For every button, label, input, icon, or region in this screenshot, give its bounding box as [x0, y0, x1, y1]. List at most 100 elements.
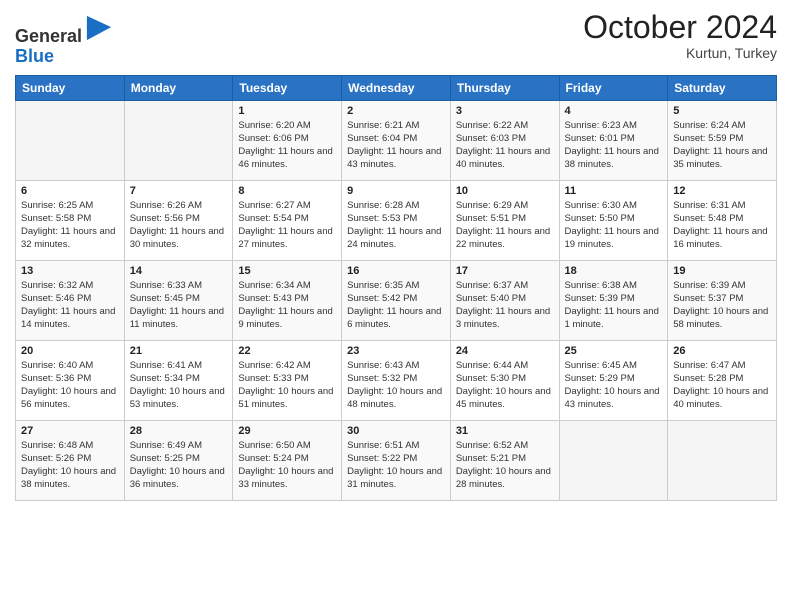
- table-row: 15Sunrise: 6:34 AMSunset: 5:43 PMDayligh…: [233, 260, 342, 340]
- day-number: 13: [21, 265, 119, 277]
- day-number: 18: [565, 265, 663, 277]
- table-row: 25Sunrise: 6:45 AMSunset: 5:29 PMDayligh…: [559, 340, 668, 420]
- table-row: 20Sunrise: 6:40 AMSunset: 5:36 PMDayligh…: [16, 340, 125, 420]
- day-info: Sunrise: 6:27 AMSunset: 5:54 PMDaylight:…: [238, 199, 336, 252]
- day-info: Sunrise: 6:39 AMSunset: 5:37 PMDaylight:…: [673, 279, 771, 332]
- day-info: Sunrise: 6:41 AMSunset: 5:34 PMDaylight:…: [130, 359, 228, 412]
- header-tuesday: Tuesday: [233, 75, 342, 100]
- day-info: Sunrise: 6:20 AMSunset: 6:06 PMDaylight:…: [238, 119, 336, 172]
- table-row: 17 Sunrise: 6:37 AMSunset: 5:40 PMDayligh…: [450, 260, 559, 340]
- day-number: 3: [456, 105, 554, 117]
- day-number: 19: [673, 265, 771, 277]
- table-row: 13 Sunrise: 6:32 AMSunset: 5:46 PMDayligh…: [16, 260, 125, 340]
- table-row: 10 Sunrise: 6:29 AMSunset: 5:51 PMDayligh…: [450, 180, 559, 260]
- table-row: 16 Sunrise: 6:35 AMSunset: 5:42 PMDayligh…: [342, 260, 451, 340]
- calendar-week-row: 1 Sunrise: 6:20 AMSunset: 6:06 PMDaylight…: [16, 100, 777, 180]
- day-info: Sunrise: 6:50 AMSunset: 5:24 PMDaylight:…: [238, 439, 336, 492]
- table-row: 27Sunrise: 6:48 AMSunset: 5:26 PMDayligh…: [16, 420, 125, 500]
- day-info: Sunrise: 6:49 AMSunset: 5:25 PMDaylight:…: [130, 439, 228, 492]
- day-number: 10: [456, 185, 554, 197]
- day-info: Sunrise: 6:24 AMSunset: 5:59 PMDaylight:…: [673, 119, 771, 172]
- day-info: Sunrise: 6:37 AMSunset: 5:40 PMDaylight:…: [456, 279, 554, 332]
- table-row: 28 Sunrise: 6:49 AMSunset: 5:25 PMDayligh…: [124, 420, 233, 500]
- header-wednesday: Wednesday: [342, 75, 451, 100]
- header-sunday: Sunday: [16, 75, 125, 100]
- logo-blue-text: Blue: [15, 47, 113, 67]
- day-number: 1: [238, 105, 336, 117]
- table-row: 12 Sunrise: 6:31 AMSunset: 5:48 PMDayligh…: [668, 180, 777, 260]
- day-number: 27: [21, 425, 119, 437]
- day-number: 20: [21, 345, 119, 357]
- header-thursday: Thursday: [450, 75, 559, 100]
- day-number: 28: [130, 425, 228, 437]
- day-number: 22: [238, 345, 336, 357]
- day-number: 17: [456, 265, 554, 277]
- logo-text: General: [15, 14, 113, 47]
- day-info: Sunrise: 6:47 AMSunset: 5:28 PMDaylight:…: [673, 359, 771, 412]
- day-info: Sunrise: 6:45 AMSunset: 5:29 PMDaylight:…: [565, 359, 663, 412]
- calendar-week-row: 20Sunrise: 6:40 AMSunset: 5:36 PMDayligh…: [16, 340, 777, 420]
- header: General Blue October 2024 Kurtun, Turkey: [15, 10, 777, 67]
- day-info: Sunrise: 6:26 AMSunset: 5:56 PMDaylight:…: [130, 199, 228, 252]
- day-info: Sunrise: 6:30 AMSunset: 5:50 PMDaylight:…: [565, 199, 663, 252]
- day-info: Sunrise: 6:35 AMSunset: 5:42 PMDaylight:…: [347, 279, 445, 332]
- table-row: 1 Sunrise: 6:20 AMSunset: 6:06 PMDaylight…: [233, 100, 342, 180]
- table-row: 23Sunrise: 6:43 AMSunset: 5:32 PMDayligh…: [342, 340, 451, 420]
- logo-icon: [85, 14, 113, 42]
- day-info: Sunrise: 6:23 AMSunset: 6:01 PMDaylight:…: [565, 119, 663, 172]
- day-info: Sunrise: 6:29 AMSunset: 5:51 PMDaylight:…: [456, 199, 554, 252]
- day-number: 29: [238, 425, 336, 437]
- day-number: 6: [21, 185, 119, 197]
- table-row: 3 Sunrise: 6:22 AMSunset: 6:03 PMDaylight…: [450, 100, 559, 180]
- day-number: 7: [130, 185, 228, 197]
- calendar-week-row: 13 Sunrise: 6:32 AMSunset: 5:46 PMDayligh…: [16, 260, 777, 340]
- day-info: Sunrise: 6:42 AMSunset: 5:33 PMDaylight:…: [238, 359, 336, 412]
- table-row: 9 Sunrise: 6:28 AMSunset: 5:53 PMDaylight…: [342, 180, 451, 260]
- table-row: [16, 100, 125, 180]
- calendar-header-row: Sunday Monday Tuesday Wednesday Thursday…: [16, 75, 777, 100]
- day-info: Sunrise: 6:43 AMSunset: 5:32 PMDaylight:…: [347, 359, 445, 412]
- table-row: [559, 420, 668, 500]
- day-info: Sunrise: 6:31 AMSunset: 5:48 PMDaylight:…: [673, 199, 771, 252]
- day-info: Sunrise: 6:44 AMSunset: 5:30 PMDaylight:…: [456, 359, 554, 412]
- day-number: 30: [347, 425, 445, 437]
- day-number: 5: [673, 105, 771, 117]
- table-row: [668, 420, 777, 500]
- table-row: 22 Sunrise: 6:42 AMSunset: 5:33 PMDayligh…: [233, 340, 342, 420]
- table-row: 8 Sunrise: 6:27 AMSunset: 5:54 PMDaylight…: [233, 180, 342, 260]
- day-number: 24: [456, 345, 554, 357]
- day-info: Sunrise: 6:51 AMSunset: 5:22 PMDaylight:…: [347, 439, 445, 492]
- logo-blue: Blue: [15, 46, 54, 66]
- title-block: October 2024 Kurtun, Turkey: [583, 10, 777, 61]
- location: Kurtun, Turkey: [583, 45, 777, 61]
- calendar-week-row: 6 Sunrise: 6:25 AMSunset: 5:58 PMDaylight…: [16, 180, 777, 260]
- day-number: 16: [347, 265, 445, 277]
- table-row: 18Sunrise: 6:38 AMSunset: 5:39 PMDayligh…: [559, 260, 668, 340]
- day-info: Sunrise: 6:21 AMSunset: 6:04 PMDaylight:…: [347, 119, 445, 172]
- day-info: Sunrise: 6:52 AMSunset: 5:21 PMDaylight:…: [456, 439, 554, 492]
- day-number: 2: [347, 105, 445, 117]
- logo-general: General: [15, 26, 82, 46]
- day-info: Sunrise: 6:34 AMSunset: 5:43 PMDaylight:…: [238, 279, 336, 332]
- table-row: [124, 100, 233, 180]
- table-row: 2 Sunrise: 6:21 AMSunset: 6:04 PMDaylight…: [342, 100, 451, 180]
- table-row: 4 Sunrise: 6:23 AMSunset: 6:01 PMDaylight…: [559, 100, 668, 180]
- day-number: 4: [565, 105, 663, 117]
- header-monday: Monday: [124, 75, 233, 100]
- calendar: Sunday Monday Tuesday Wednesday Thursday…: [15, 75, 777, 501]
- table-row: 26Sunrise: 6:47 AMSunset: 5:28 PMDayligh…: [668, 340, 777, 420]
- day-info: Sunrise: 6:22 AMSunset: 6:03 PMDaylight:…: [456, 119, 554, 172]
- header-friday: Friday: [559, 75, 668, 100]
- table-row: 31 Sunrise: 6:52 AMSunset: 5:21 PMDayligh…: [450, 420, 559, 500]
- day-number: 12: [673, 185, 771, 197]
- table-row: 14Sunrise: 6:33 AMSunset: 5:45 PMDayligh…: [124, 260, 233, 340]
- day-number: 9: [347, 185, 445, 197]
- day-info: Sunrise: 6:28 AMSunset: 5:53 PMDaylight:…: [347, 199, 445, 252]
- table-row: 6 Sunrise: 6:25 AMSunset: 5:58 PMDaylight…: [16, 180, 125, 260]
- day-number: 14: [130, 265, 228, 277]
- day-info: Sunrise: 6:32 AMSunset: 5:46 PMDaylight:…: [21, 279, 119, 332]
- day-info: Sunrise: 6:25 AMSunset: 5:58 PMDaylight:…: [21, 199, 119, 252]
- day-number: 8: [238, 185, 336, 197]
- logo: General Blue: [15, 14, 113, 67]
- day-number: 31: [456, 425, 554, 437]
